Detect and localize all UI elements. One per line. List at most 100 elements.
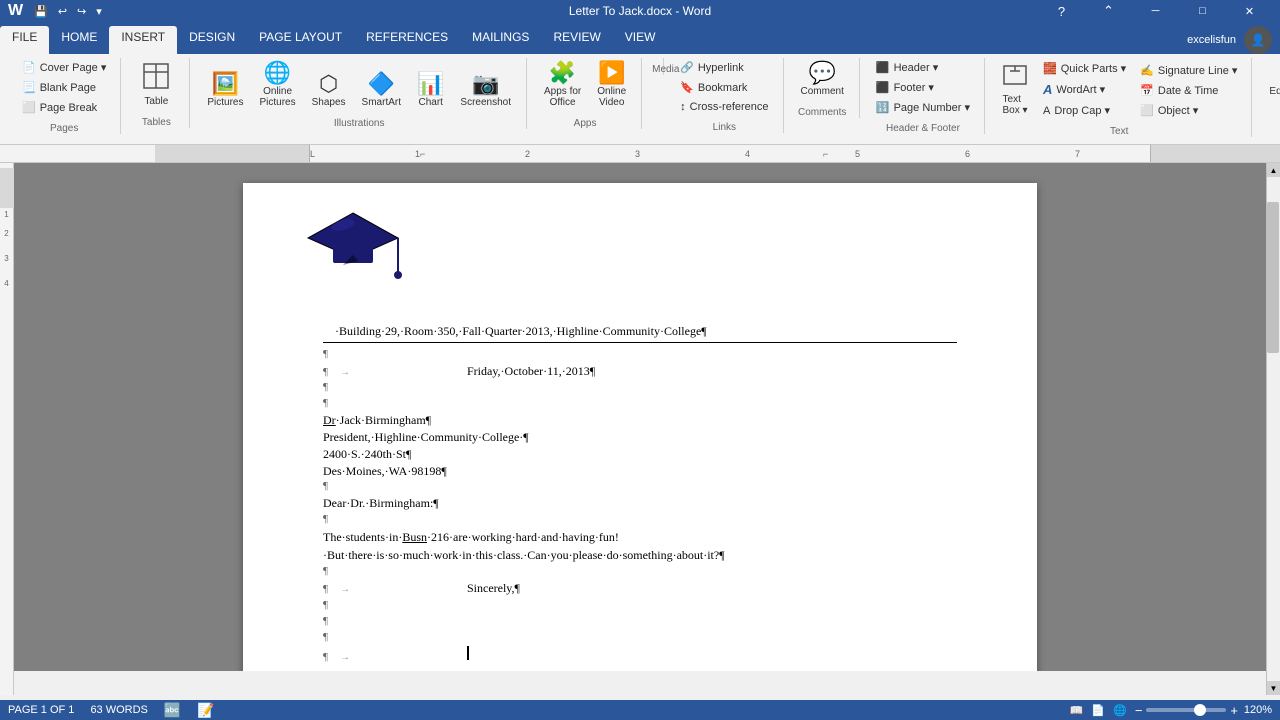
- quick-undo[interactable]: ↩: [55, 3, 70, 20]
- pm5: ¶: [323, 512, 328, 527]
- header-btn[interactable]: ⬛ Header ▾: [870, 58, 976, 77]
- shapes-label: Shapes: [312, 97, 346, 108]
- hyperlink-label: Hyperlink: [698, 62, 744, 74]
- bookmark-btn[interactable]: 🔖 Bookmark: [674, 78, 774, 97]
- cover-page-btn[interactable]: 📄 Cover Page ▾: [16, 58, 112, 77]
- media-label: Media: [652, 62, 655, 75]
- doc-para-3: ¶: [323, 396, 957, 412]
- tab-review[interactable]: REVIEW: [541, 26, 612, 54]
- text-box-btn[interactable]: TextBox ▾: [995, 58, 1035, 120]
- table-btn[interactable]: Table: [131, 58, 181, 111]
- pm2: ¶: [323, 380, 328, 395]
- scroll-track[interactable]: [1267, 177, 1280, 681]
- smartart-btn[interactable]: 🔷 SmartArt: [355, 69, 408, 112]
- online-video-btn[interactable]: ▶️ OnlineVideo: [590, 58, 633, 112]
- tab-references[interactable]: REFERENCES: [354, 26, 460, 54]
- doc-para-6: ¶: [323, 564, 957, 580]
- ribbon-toggle[interactable]: ⌃: [1086, 0, 1131, 22]
- signature-line-btn[interactable]: ✍ Signature Line ▾: [1134, 61, 1243, 80]
- tab-insert[interactable]: INSERT: [109, 26, 177, 54]
- group-media: Media: [644, 58, 664, 75]
- smartart-label: SmartArt: [362, 97, 401, 108]
- quick-redo[interactable]: ↪: [74, 3, 89, 20]
- zoom-in-btn[interactable]: +: [1230, 703, 1238, 718]
- scroll-down-btn[interactable]: ▼: [1267, 681, 1280, 695]
- date-time-btn[interactable]: 📅 Date & Time: [1134, 81, 1243, 100]
- zoom-thumb[interactable]: [1194, 704, 1206, 716]
- web-layout-icon[interactable]: 🌐: [1113, 704, 1127, 717]
- page-indicator: PAGE 1 OF 1: [8, 704, 74, 716]
- header-footer-col: ⬛ Header ▾ ⬛ Footer ▾ 🔢 Page Number ▾: [870, 58, 976, 117]
- help-btn[interactable]: ?: [1039, 0, 1084, 22]
- quick-parts-label: Quick Parts ▾: [1061, 62, 1126, 75]
- header-footer-label: Header & Footer: [870, 121, 976, 134]
- quick-save[interactable]: 💾: [31, 3, 51, 20]
- bookmark-label: Bookmark: [698, 82, 748, 94]
- page-break-btn[interactable]: ⬜ Page Break: [16, 98, 112, 117]
- doc-para-5: ¶: [323, 512, 957, 528]
- zoom-slider[interactable]: [1146, 708, 1226, 712]
- tab-arrow-date: →: [330, 366, 465, 380]
- chart-icon: 📊: [417, 73, 444, 95]
- doc-body-text: The·students·in·Busn·216·are·working·har…: [323, 528, 957, 564]
- screenshot-icon: 📷: [472, 73, 499, 95]
- hyperlink-btn[interactable]: 🔗 Hyperlink: [674, 58, 774, 77]
- scroll-thumb[interactable]: [1267, 202, 1279, 353]
- tab-view[interactable]: VIEW: [613, 26, 668, 54]
- apps-group-content: 🧩 Apps forOffice ▶️ OnlineVideo: [537, 58, 633, 112]
- apps-for-office-btn[interactable]: 🧩 Apps forOffice: [537, 58, 588, 112]
- ruler-tab-stop-2: ⌐: [823, 149, 828, 159]
- cross-reference-btn[interactable]: ↕ Cross-reference: [674, 98, 774, 116]
- maximize-btn[interactable]: □: [1180, 0, 1225, 22]
- footer-icon: ⬛: [876, 81, 890, 94]
- screenshot-btn[interactable]: 📷 Screenshot: [453, 69, 518, 112]
- tab-design[interactable]: DESIGN: [177, 26, 247, 54]
- ruler-mark-7: 7: [1075, 149, 1080, 159]
- address-1-text: 2400·S.·240th·St¶: [323, 446, 411, 463]
- ruler-tab-stop: ⌐: [420, 149, 425, 159]
- read-mode-icon[interactable]: 📖: [1070, 704, 1084, 717]
- document-area[interactable]: ·Building·29,·Room·350,·Fall·Quarter·201…: [14, 163, 1266, 671]
- zoom-percent[interactable]: 120%: [1242, 704, 1272, 716]
- footer-btn[interactable]: ⬛ Footer ▾: [870, 78, 976, 97]
- object-btn[interactable]: ⬜ Object ▾: [1134, 101, 1243, 120]
- links-group-content: 🔗 Hyperlink 🔖 Bookmark ↕ Cross-reference: [674, 58, 774, 116]
- close-btn[interactable]: ✕: [1227, 0, 1272, 22]
- ruler-mark-L: L: [310, 149, 315, 159]
- apps-label: Apps: [537, 116, 633, 129]
- scroll-up-btn[interactable]: ▲: [1267, 163, 1280, 177]
- table-icon: [142, 62, 170, 94]
- tab-home[interactable]: HOME: [49, 26, 109, 54]
- doc-date-line: ¶ → Friday,·October·11,·2013¶: [323, 363, 957, 380]
- online-pictures-btn[interactable]: 🌐 OnlinePictures: [253, 58, 303, 112]
- vertical-scrollbar[interactable]: ▲ ▼: [1266, 163, 1280, 695]
- quick-parts-btn[interactable]: 🧱 Quick Parts ▾: [1037, 59, 1132, 78]
- blank-page-label: Blank Page: [40, 82, 96, 94]
- tab-file[interactable]: FILE: [0, 26, 49, 54]
- comment-btn[interactable]: 💬 Comment: [794, 58, 851, 101]
- page-number-btn[interactable]: 🔢 Page Number ▾: [870, 98, 976, 117]
- drop-cap-btn[interactable]: A Drop Cap ▾: [1037, 101, 1132, 120]
- status-left: PAGE 1 OF 1 63 WORDS 🔤 📝: [8, 702, 215, 719]
- user-avatar: 👤: [1244, 26, 1280, 54]
- equation-btn[interactable]: π Equation ▾: [1262, 58, 1280, 101]
- title-bar-title: Letter To Jack.docx - Word: [569, 4, 711, 18]
- blank-page-icon: 📃: [22, 81, 36, 94]
- pm-sinc: ¶: [323, 582, 328, 597]
- shapes-btn[interactable]: ⬡ Shapes: [305, 69, 353, 112]
- chart-btn[interactable]: 📊 Chart: [410, 69, 451, 112]
- chart-label: Chart: [418, 97, 442, 108]
- customize-qa[interactable]: ▾: [93, 3, 105, 20]
- print-layout-icon[interactable]: 📄: [1091, 704, 1105, 717]
- pictures-btn[interactable]: 🖼️ Pictures: [200, 69, 250, 112]
- tab-mailings[interactable]: MAILINGS: [460, 26, 541, 54]
- wordart-btn[interactable]: A WordArt ▾: [1037, 79, 1132, 100]
- ruler-vertical: 1 2 3 4: [0, 163, 14, 695]
- tab-page-layout[interactable]: PAGE LAYOUT: [247, 26, 354, 54]
- doc-salutation: Dear·Dr.·Birmingham:¶: [323, 495, 957, 512]
- zoom-control[interactable]: − + 120%: [1135, 703, 1272, 718]
- zoom-out-btn[interactable]: −: [1135, 703, 1143, 718]
- blank-page-btn[interactable]: 📃 Blank Page: [16, 78, 112, 97]
- pages-group-content: 📄 Cover Page ▾ 📃 Blank Page ⬜ Page Break: [16, 58, 112, 117]
- minimize-btn[interactable]: ─: [1133, 0, 1178, 22]
